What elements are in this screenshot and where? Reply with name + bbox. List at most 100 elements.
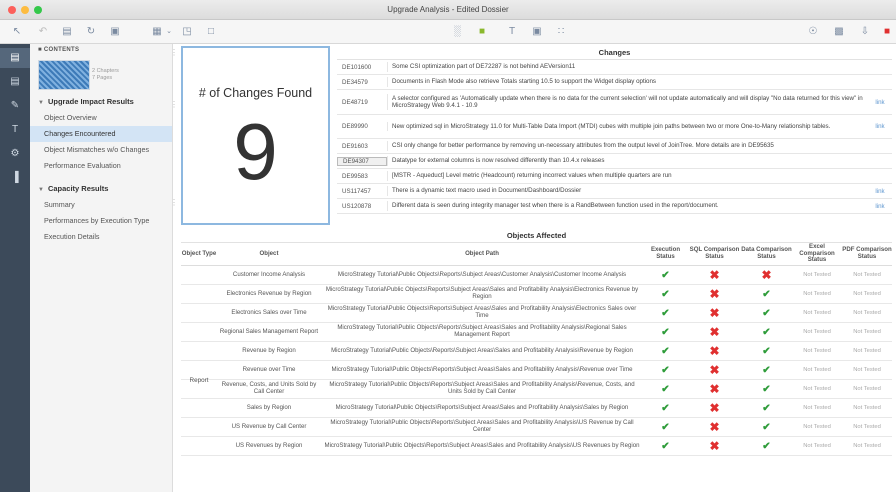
refresh-icon[interactable]: ↻ (84, 25, 98, 39)
table-row[interactable]: DE34579 Documents in Flash Mode also retr… (337, 75, 892, 90)
exec-status-cell: ✔ (643, 403, 688, 414)
check-icon: ✔ (661, 402, 670, 414)
table-row[interactable]: Revenue by Region MicroStrategy Tutorial\… (181, 342, 892, 361)
column-header[interactable]: Object Type (181, 250, 217, 258)
column-header[interactable]: PDF Comparison Status (842, 247, 892, 260)
column-header[interactable]: Object (217, 250, 321, 258)
back-icon[interactable]: ↖ (10, 25, 24, 39)
column-header[interactable]: Data Comparison Status (741, 247, 792, 260)
dossier-meta: 2 Chapters 7 Pages (92, 68, 119, 82)
sql-status-cell: ✖ (688, 401, 741, 415)
contents-rail-icon[interactable]: ▤ (0, 48, 30, 68)
settings-rail-icon[interactable]: ⚙ (0, 144, 30, 164)
page-object-overview[interactable]: Object Overview (30, 110, 172, 126)
check-icon: ✔ (762, 345, 771, 357)
column-header[interactable]: SQL Comparison Status (688, 247, 741, 260)
table-row[interactable]: Regional Sales Management Report MicroStr… (181, 323, 892, 342)
cross-icon: ✖ (709, 382, 720, 396)
table-row[interactable]: Revenue, Costs, and Units Sold by Call C… (181, 380, 892, 399)
change-id: DE99583 (342, 172, 368, 180)
text-icon[interactable]: T (505, 25, 519, 39)
close-window-button[interactable] (8, 6, 16, 14)
page-execution-details[interactable]: Execution Details (30, 229, 172, 245)
visualization-icon[interactable]: ░ (450, 25, 464, 39)
image-icon[interactable]: ▣ (530, 25, 544, 39)
page-changes-encountered[interactable]: Changes Encountered (30, 126, 172, 142)
column-header[interactable]: Excel Comparison Status (792, 243, 842, 264)
new-chapter-icon[interactable]: ◳ (180, 25, 194, 39)
minimize-window-button[interactable] (21, 6, 29, 14)
chapter-capacity-results[interactable]: ▼ Capacity Results (30, 180, 172, 197)
object-path: MicroStrategy Tutorial\Public Objects\Re… (327, 305, 637, 319)
object-name: US Revenues by Region (235, 441, 303, 449)
sql-status-cell: ✖ (688, 268, 741, 282)
chart-rail-icon[interactable]: ▐ (0, 168, 30, 188)
pdf-status: Not Tested (853, 367, 881, 373)
new-page-icon[interactable]: □ (204, 25, 218, 39)
undo-icon[interactable]: ↶ (36, 25, 50, 39)
table-row[interactable]: DE99583 [MSTR - Aqueduct] Level metric (H… (337, 169, 892, 184)
comment-icon[interactable]: ■ (880, 25, 894, 39)
table-row[interactable]: DE89990 New optimized sql in MicroStrateg… (337, 115, 892, 139)
dossier-thumbnail[interactable] (38, 60, 90, 90)
pdf-status: Not Tested (853, 272, 881, 278)
exec-status-cell: ✔ (643, 270, 688, 281)
column-header[interactable]: Object Path (321, 250, 643, 258)
chapter-options-icon[interactable]: ⋮ (170, 198, 178, 207)
table-row[interactable]: DE48719 A selector configured as 'Automat… (337, 90, 892, 115)
change-link[interactable]: link (868, 188, 892, 195)
edit-rail-icon[interactable]: ✎ (0, 96, 30, 116)
add-data-chevron-icon[interactable]: ⌄ (162, 25, 176, 39)
table-row[interactable]: DE101600 Some CSI optimization part of DE… (337, 60, 892, 75)
table-row[interactable]: Electronics Revenue by Region MicroStrate… (181, 285, 892, 304)
page-performances-by-type[interactable]: Performances by Execution Type (30, 213, 172, 229)
excel-status: Not Tested (803, 310, 831, 316)
excel-status: Not Tested (803, 348, 831, 354)
save-icon[interactable]: ▤ (60, 25, 74, 39)
format-icon[interactable]: ▩ (832, 25, 846, 39)
chapter-options-icon[interactable]: ⋮ (170, 100, 178, 109)
change-desc: There is a dynamic text macro used in Do… (387, 186, 868, 196)
table-row[interactable]: DE91603 CSI only change for better perfor… (337, 139, 892, 154)
changes-count-card[interactable]: # of Changes Found 9 (181, 46, 330, 225)
change-link[interactable]: link (868, 99, 892, 106)
check-icon: ✔ (762, 421, 771, 433)
table-row[interactable]: Sales by Region MicroStrategy Tutorial\Pu… (181, 399, 892, 418)
sql-status-cell: ✖ (688, 439, 741, 453)
dossier-summary: 2 Chapters 7 Pages (30, 57, 172, 93)
page-summary[interactable]: Summary (30, 197, 172, 213)
pdf-status: Not Tested (853, 405, 881, 411)
chapter-upgrade-impact[interactable]: ▼ Upgrade Impact Results (30, 93, 172, 110)
excel-status: Not Tested (803, 405, 831, 411)
page-performance-evaluation[interactable]: Performance Evaluation (30, 158, 172, 174)
table-row[interactable]: US117457 There is a dynamic text macro us… (337, 184, 892, 199)
change-link[interactable]: link (868, 203, 892, 210)
excel-status: Not Tested (803, 443, 831, 449)
datasets-rail-icon[interactable]: ▤ (0, 72, 30, 92)
zoom-window-button[interactable] (34, 6, 42, 14)
panel-options-icon[interactable]: ⋮ (170, 48, 178, 57)
html-container-icon[interactable]: ∷ (554, 25, 568, 39)
table-row[interactable]: DE94307 Datatype for external columns is … (337, 154, 892, 169)
change-id: DE34579 (342, 78, 368, 86)
share-icon[interactable]: ⇩ (858, 25, 872, 39)
data-status-cell: ✔ (741, 365, 792, 376)
check-icon: ✔ (762, 288, 771, 300)
table-row[interactable]: Electronics Sales over Time MicroStrategy… (181, 304, 892, 323)
table-row[interactable]: US Revenues by Region MicroStrategy Tutor… (181, 437, 892, 456)
check-icon: ✔ (661, 383, 670, 395)
table-row[interactable]: Revenue over Time MicroStrategy Tutorial\… (181, 361, 892, 380)
change-link[interactable]: link (868, 123, 892, 130)
data-icon[interactable]: ▣ (108, 25, 122, 39)
data-status-cell: ✔ (741, 441, 792, 452)
presentation-icon[interactable]: ☉ (806, 25, 820, 39)
filter-rail-icon[interactable]: T (0, 120, 30, 140)
page-object-mismatches[interactable]: Object Mismatches w/o Changes (30, 142, 172, 158)
table-row[interactable]: Customer Income Analysis MicroStrategy Tu… (181, 266, 892, 285)
filter-icon[interactable]: ■ (475, 25, 489, 39)
page-count: 7 Pages (92, 75, 113, 81)
change-desc: Different data is seen during integrity … (387, 201, 868, 211)
table-row[interactable]: US Revenue by Call Center MicroStrategy T… (181, 418, 892, 437)
column-header[interactable]: Execution Status (643, 247, 688, 260)
table-row[interactable]: US120878 Different data is seen during in… (337, 199, 892, 214)
